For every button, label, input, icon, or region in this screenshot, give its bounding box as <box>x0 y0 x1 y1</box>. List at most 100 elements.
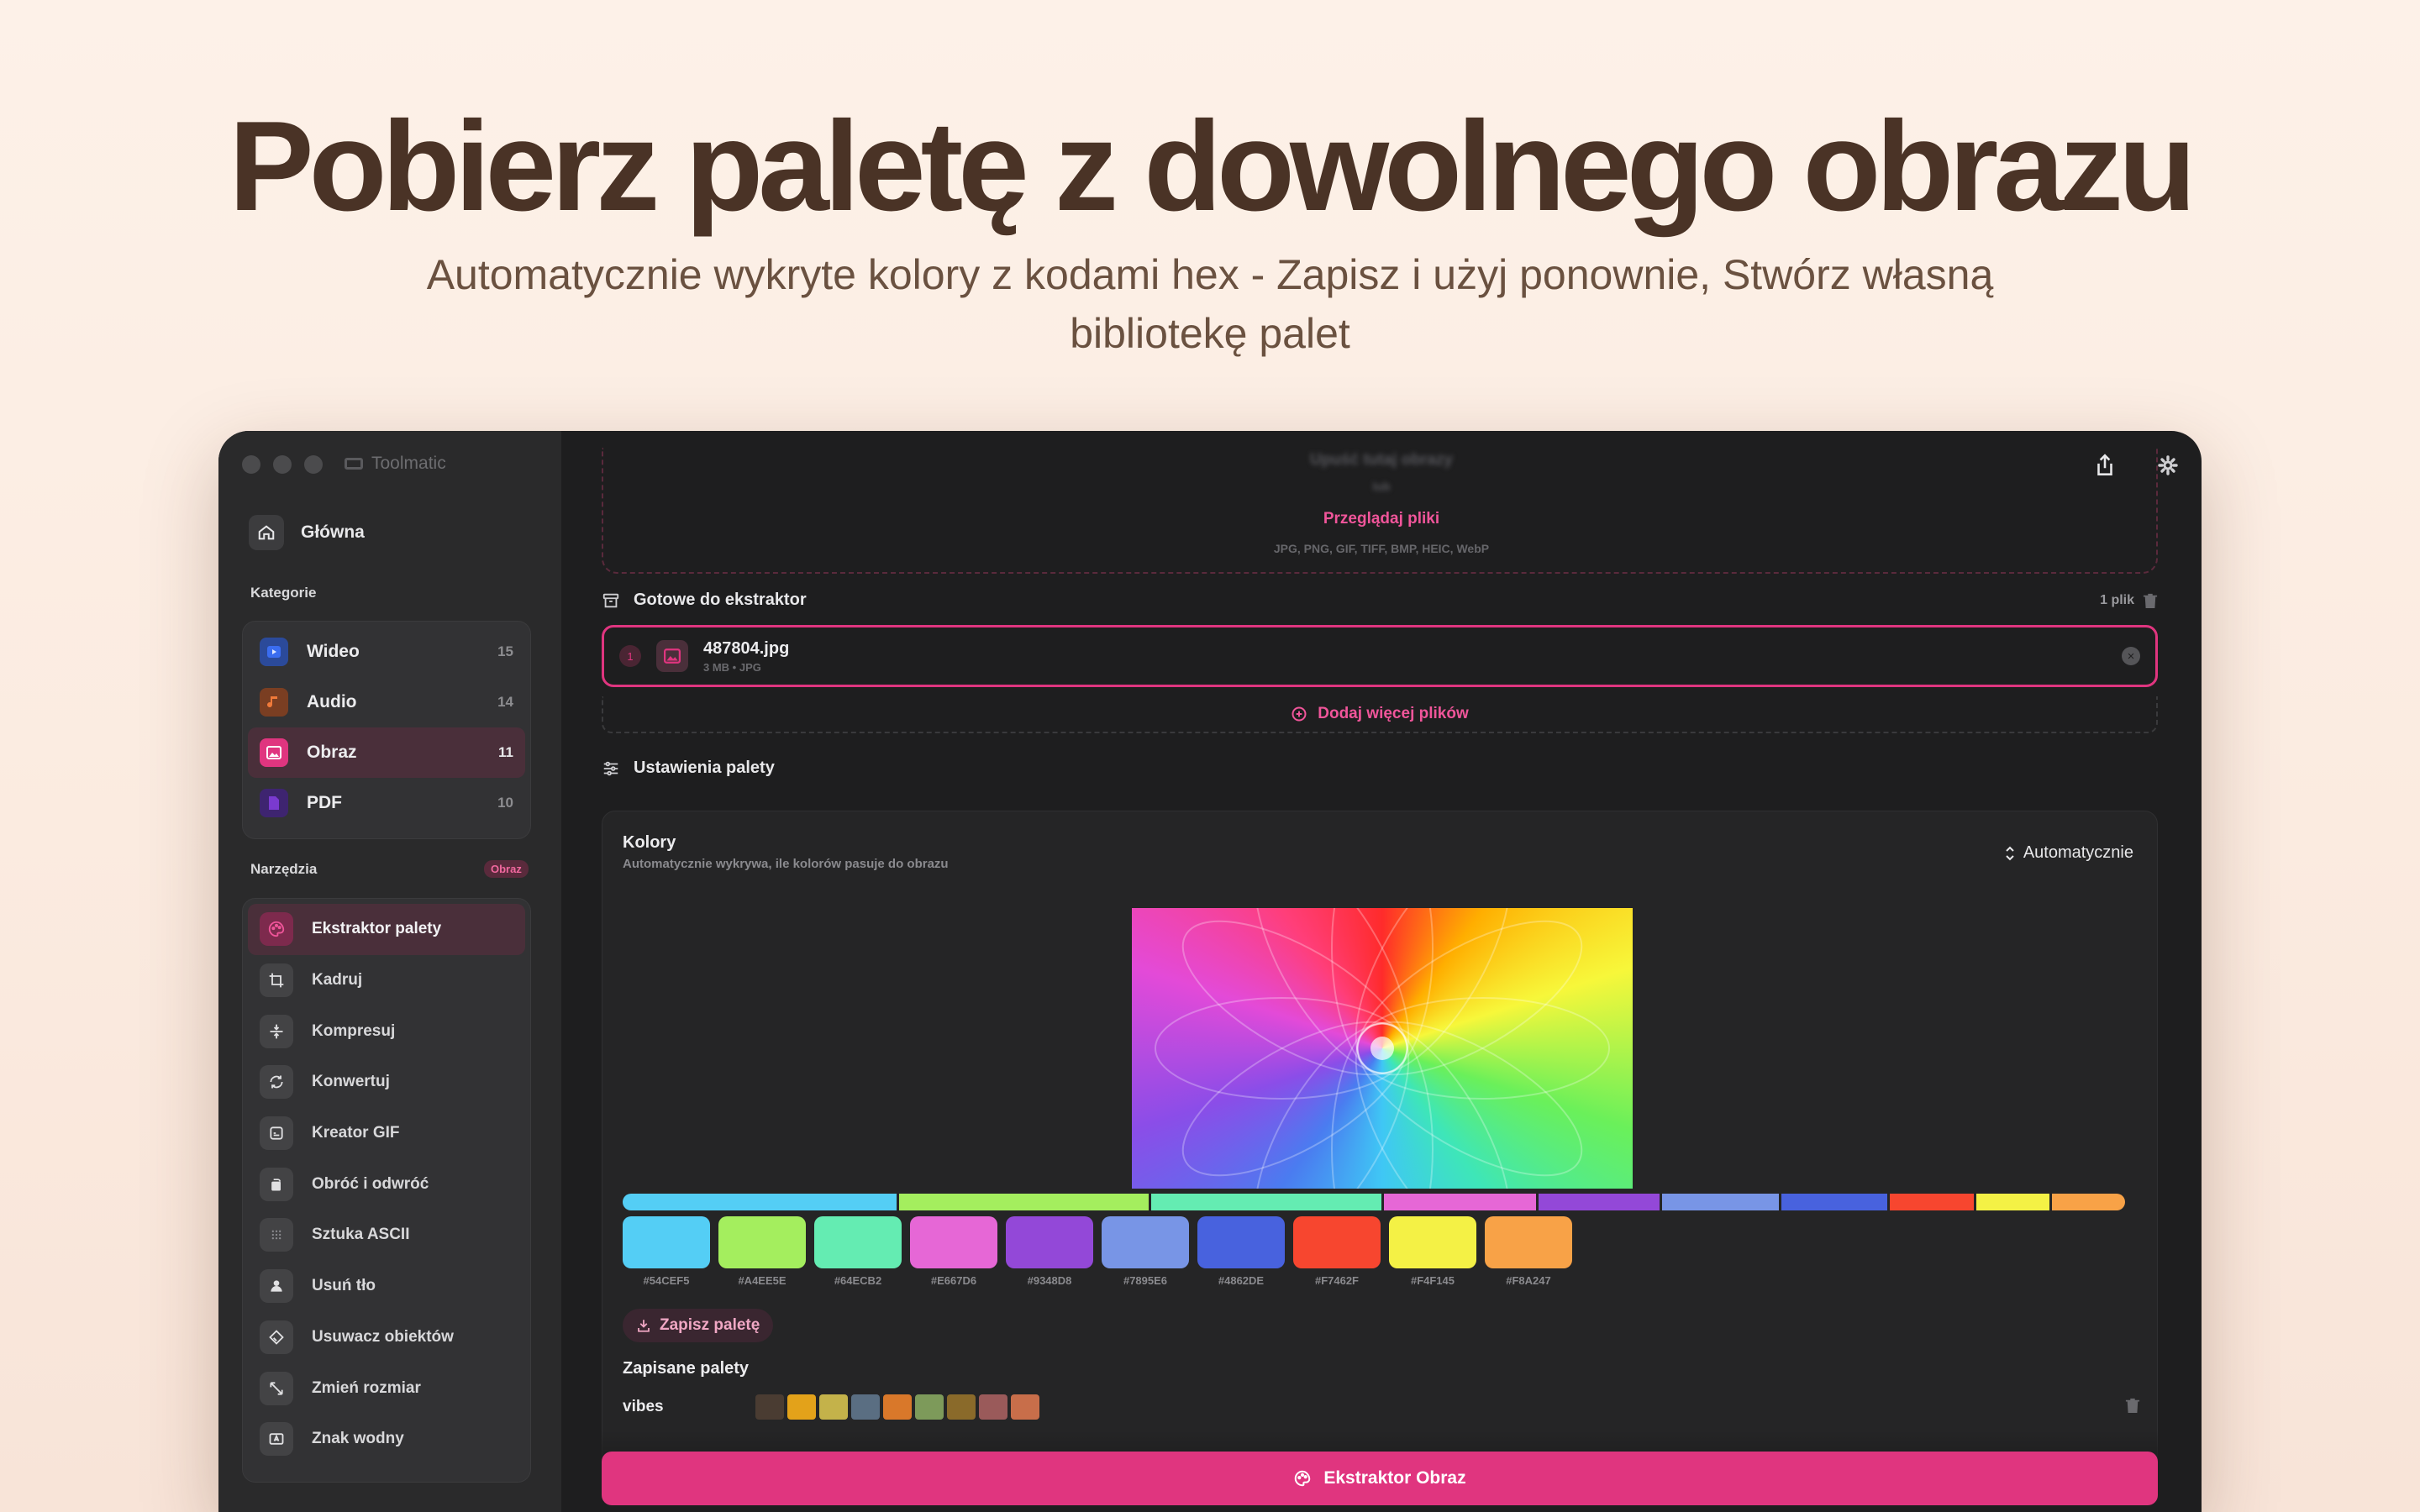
save-palette-label: Zapisz paletę <box>660 1316 760 1334</box>
palette-bar-segment <box>1662 1194 1779 1210</box>
sidebar-item-ascii-art[interactable]: Sztuka ASCII <box>248 1210 525 1261</box>
saved-palette-chip <box>1011 1394 1039 1420</box>
resize-icon <box>260 1371 293 1405</box>
sidebar-item-rotate-flip[interactable]: Obróć i odwróć <box>248 1158 525 1210</box>
palette-bar-segment <box>2051 1194 2126 1210</box>
tool-label: Usuń tło <box>312 1277 376 1295</box>
file-index: 1 <box>619 645 641 667</box>
file-count: 1 plik <box>2100 592 2158 609</box>
saved-palette-chip <box>915 1394 944 1420</box>
palette-bar-segment <box>1890 1194 1974 1210</box>
color-swatch[interactable]: #A4EE5E <box>718 1216 806 1287</box>
saved-palette-chip <box>883 1394 912 1420</box>
swatch-hex: #54CEF5 <box>643 1274 690 1287</box>
swatch-chip <box>623 1216 710 1268</box>
swatch-hex: #64ECB2 <box>834 1274 882 1287</box>
convert-icon <box>260 1065 293 1100</box>
saved-palette-chip <box>947 1394 976 1420</box>
sidebar-item-home[interactable]: Główna <box>249 515 365 550</box>
color-swatch[interactable]: #F7462F <box>1293 1216 1381 1287</box>
category-label: Obraz <box>307 743 357 762</box>
color-count-select[interactable]: Automatycznie <box>2005 843 2133 863</box>
color-count-value: Automatycznie <box>2023 843 2133 862</box>
swatch-chip <box>1293 1216 1381 1268</box>
sidebar-item-convert[interactable]: Konwertuj <box>248 1057 525 1108</box>
browse-files-link[interactable]: Przeglądaj pliki <box>561 510 2202 528</box>
color-swatch[interactable]: #F8A247 <box>1485 1216 1572 1287</box>
app-window: Toolmatic Główna Kategorie Wideo 15 Audi… <box>218 431 2202 1512</box>
sidebar-item-watermark[interactable]: Znak wodny <box>248 1414 525 1465</box>
trash-icon[interactable] <box>2143 592 2158 609</box>
palette-icon <box>1295 1470 1311 1487</box>
swatch-chip <box>814 1216 902 1268</box>
tools-category-badge: Obraz <box>484 860 529 878</box>
color-swatch[interactable]: #7895E6 <box>1102 1216 1189 1287</box>
category-count: 10 <box>497 795 513 811</box>
sidebar-item-palette-extractor[interactable]: Ekstraktor palety <box>248 904 525 955</box>
gif-icon <box>260 1116 293 1151</box>
app-logo-icon <box>345 458 363 470</box>
file-row[interactable]: 1 487804.jpg 3 MB • JPG × <box>602 625 2158 687</box>
remove-file-button[interactable]: × <box>2122 647 2140 665</box>
sidebar-item-compress[interactable]: Kompresuj <box>248 1005 525 1057</box>
color-swatch[interactable]: #9348D8 <box>1006 1216 1093 1287</box>
file-meta: 3 MB • JPG <box>703 660 761 674</box>
saved-palette-row[interactable]: vibes <box>623 1394 2140 1420</box>
color-swatch[interactable]: #54CEF5 <box>623 1216 710 1287</box>
color-swatch[interactable]: #F4F145 <box>1389 1216 1476 1287</box>
save-palette-button[interactable]: Zapisz paletę <box>623 1309 774 1342</box>
sidebar-item-wideo[interactable]: Wideo 15 <box>248 627 525 677</box>
sidebar-item-gif-creator[interactable]: Kreator GIF <box>248 1108 525 1159</box>
palette-distribution-bar <box>623 1194 2140 1210</box>
tool-label: Sztuka ASCII <box>312 1226 410 1244</box>
extract-button[interactable]: Ekstraktor Obraz <box>602 1452 2158 1505</box>
add-more-files-button[interactable]: Dodaj więcej plików <box>602 696 2158 733</box>
sidebar: Toolmatic Główna Kategorie Wideo 15 Audi… <box>218 431 561 1512</box>
swatch-chip <box>910 1216 997 1268</box>
swatch-hex: #4862DE <box>1218 1274 1265 1287</box>
colors-description: Automatycznie wykrywa, ile kolorów pasuj… <box>623 857 949 871</box>
drop-zone-or: lub <box>1372 480 1391 493</box>
category-label: Audio <box>307 692 357 711</box>
ready-files-title: Gotowe do ekstraktor <box>634 591 807 609</box>
archive-icon <box>602 593 619 607</box>
ready-files-header: Gotowe do ekstraktor 1 plik <box>602 591 2158 610</box>
zoom-window-button[interactable] <box>304 455 323 474</box>
category-label: Wideo <box>307 642 360 661</box>
ascii-icon <box>260 1218 293 1252</box>
add-more-label: Dodaj więcej plików <box>1318 705 1469 722</box>
video-icon <box>260 638 288 666</box>
tool-label: Kreator GIF <box>312 1124 400 1142</box>
tool-list: Ekstraktor palety Kadruj Kompresuj Konwe… <box>242 898 531 1483</box>
palette-settings-header: Ustawienia palety <box>602 759 775 778</box>
swatch-hex: #F8A247 <box>1506 1274 1551 1287</box>
person-icon <box>260 1269 293 1304</box>
palette-bar-segment <box>1781 1194 1888 1210</box>
delete-palette-button[interactable] <box>2125 1397 2140 1418</box>
saved-palette-chip <box>755 1394 784 1420</box>
sidebar-item-crop[interactable]: Kadruj <box>248 955 525 1006</box>
palette-card: Kolory Automatycznie wykrywa, ile koloró… <box>602 811 2158 1512</box>
color-swatch[interactable]: #E667D6 <box>910 1216 997 1287</box>
palette-bar-segment <box>1975 1194 2049 1210</box>
sidebar-item-object-remover[interactable]: Usuwacz obiektów <box>248 1312 525 1363</box>
color-swatches: #54CEF5 #A4EE5E #64ECB2 #E667D6 #9348D8 #7895… <box>623 1216 1572 1287</box>
image-icon <box>260 738 288 767</box>
swatch-hex: #F4F145 <box>1410 1274 1455 1287</box>
close-window-button[interactable] <box>242 455 260 474</box>
sidebar-item-pdf[interactable]: PDF 10 <box>248 778 525 828</box>
palette-bar-segment <box>1383 1194 1537 1210</box>
sidebar-item-remove-background[interactable]: Usuń tło <box>248 1261 525 1312</box>
sidebar-item-obraz[interactable]: Obraz 11 <box>248 727 525 778</box>
image-icon <box>656 640 688 672</box>
saved-palette-chip <box>819 1394 848 1420</box>
sidebar-item-resize[interactable]: Zmień rozmiar <box>248 1362 525 1414</box>
minimize-window-button[interactable] <box>273 455 292 474</box>
home-label: Główna <box>301 522 365 542</box>
saved-palette-chip <box>851 1394 880 1420</box>
category-count: 11 <box>498 744 513 760</box>
color-swatch[interactable]: #64ECB2 <box>814 1216 902 1287</box>
app-name: Toolmatic <box>371 454 446 473</box>
color-swatch[interactable]: #4862DE <box>1197 1216 1285 1287</box>
sidebar-item-audio[interactable]: Audio 14 <box>248 677 525 727</box>
